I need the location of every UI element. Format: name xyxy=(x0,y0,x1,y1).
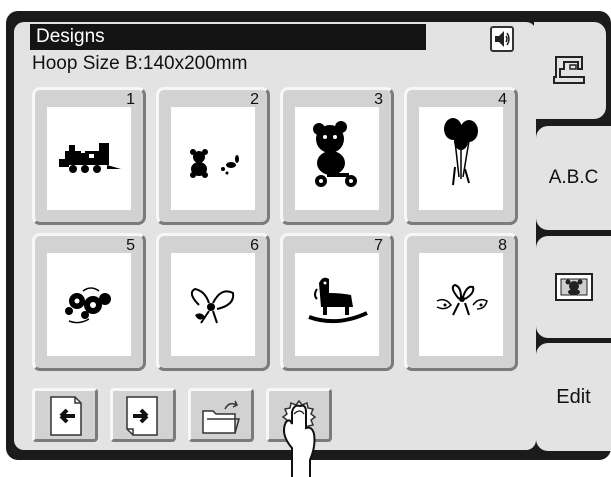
tab-abc[interactable]: A.B.C xyxy=(536,126,611,230)
design-card-5[interactable]: 5 xyxy=(32,233,146,371)
design-card-4[interactable]: 4 xyxy=(404,87,518,225)
design-card-3[interactable]: 3 xyxy=(280,87,394,225)
picture-frame-icon xyxy=(554,273,593,301)
design-card-6[interactable]: 6 xyxy=(156,233,270,371)
tab-sewing-machine[interactable] xyxy=(534,22,606,119)
pointing-hand-icon xyxy=(283,404,316,477)
design-card-2[interactable]: 2 xyxy=(156,87,270,225)
design-card-1[interactable]: 1 xyxy=(32,87,146,225)
page-next-icon xyxy=(126,396,158,436)
design-thumbnail-balloons xyxy=(419,107,503,210)
previous-page-button[interactable] xyxy=(32,388,98,442)
next-page-button[interactable] xyxy=(110,388,176,442)
open-folder-button[interactable] xyxy=(188,388,254,442)
open-folder-icon xyxy=(202,400,240,434)
design-thumbnail-locomotive xyxy=(47,107,131,210)
title-bar: Designs xyxy=(30,24,426,50)
designs-panel: Designs Hoop Size B:140x200mm 1 2 3 4 5 … xyxy=(14,22,536,450)
tab-edit[interactable]: Edit xyxy=(536,343,611,451)
sound-button[interactable] xyxy=(490,26,514,52)
tab-abc-label: A.B.C xyxy=(548,167,599,188)
hoop-size-label: Hoop Size B:140x200mm xyxy=(32,53,248,74)
design-thumbnail-bow-flower xyxy=(171,253,255,356)
speaker-icon xyxy=(495,31,510,47)
page-title: Designs xyxy=(36,26,105,47)
tab-edit-label: Edit xyxy=(556,385,591,408)
design-card-8[interactable]: 8 xyxy=(404,233,518,371)
page-previous-icon xyxy=(50,396,82,436)
design-thumbnail-bear-on-scooter xyxy=(295,107,379,210)
design-thumbnail-rocking-horse xyxy=(295,253,379,356)
design-thumbnail-flowers xyxy=(47,253,131,356)
design-thumbnail-bear-and-bunny xyxy=(171,107,255,210)
design-thumbnail-ribbon-bow xyxy=(419,253,503,356)
design-card-7[interactable]: 7 xyxy=(280,233,394,371)
tab-picture-designs[interactable] xyxy=(536,236,611,338)
sewing-machine-icon xyxy=(553,55,585,84)
